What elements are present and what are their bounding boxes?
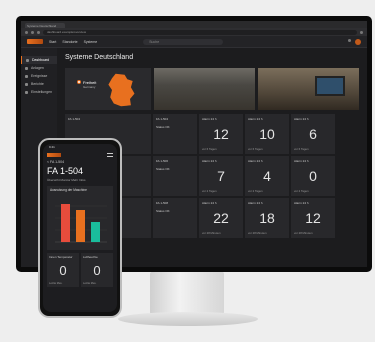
location-pin-icon bbox=[77, 80, 81, 84]
workstation-screen-image bbox=[315, 76, 345, 96]
workstation-photo bbox=[258, 68, 359, 110]
sidebar-item-anlagen[interactable]: Anlagen bbox=[21, 64, 57, 72]
phone-page-title: FA 1-504 bbox=[47, 166, 84, 176]
chart-title: Ausnutzung der Maschine bbox=[50, 188, 87, 192]
sidebar-item-ereignisse[interactable]: Ereignisse bbox=[21, 72, 57, 80]
phone-tiles: Innen Temperatur 0 Letzte Mes. Luftfeuch… bbox=[47, 253, 113, 287]
reload-icon[interactable] bbox=[37, 30, 40, 34]
back-icon[interactable] bbox=[25, 30, 28, 34]
metric-tile[interactable]: Alarm 24 h 10 vor 6 Tagen bbox=[245, 114, 289, 154]
gear-icon bbox=[25, 90, 28, 94]
sidebar-item-dashboard[interactable]: Dashboard bbox=[21, 56, 57, 64]
app-header: Start Standorte Systeme Suche bbox=[21, 36, 367, 48]
nav-link-start[interactable]: Start bbox=[49, 40, 56, 44]
search-input[interactable]: Suche bbox=[143, 38, 224, 45]
sidebar-item-berichte[interactable]: Berichte bbox=[21, 80, 57, 88]
chart-bar-orange bbox=[76, 210, 85, 242]
avatar[interactable] bbox=[355, 38, 361, 45]
nav-link-standorte[interactable]: Standorte bbox=[62, 40, 77, 44]
monitor-stand-neck bbox=[150, 272, 224, 314]
chart-bar-teal bbox=[91, 222, 100, 242]
brand-logo[interactable] bbox=[27, 39, 43, 44]
temperature-tile[interactable]: Innen Temperatur 0 Letzte Mes. bbox=[47, 253, 79, 287]
report-icon bbox=[25, 82, 28, 86]
factory-icon bbox=[25, 66, 28, 70]
metric-tile[interactable]: Alarm 24 h 0 vor 2 Tagen bbox=[291, 156, 335, 196]
forward-icon[interactable] bbox=[31, 30, 34, 34]
metric-tile[interactable]: Alarm 24 h 7 vor 2 Tagen bbox=[199, 156, 243, 196]
system-info-cell[interactable]: FA 1-504 Status OK bbox=[153, 114, 197, 154]
germany-map-icon bbox=[108, 73, 135, 107]
nav-link-systeme[interactable]: Systeme bbox=[84, 40, 98, 44]
browser-tabs: Systeme Deutschland bbox=[21, 21, 367, 28]
alert-icon bbox=[25, 74, 28, 78]
metric-tile[interactable]: Alarm 24 h 18 vor 28 Minuten bbox=[245, 198, 289, 238]
system-info-cell[interactable]: FA 1-508 Status OK bbox=[153, 198, 197, 238]
hero-banner: Freiheit Germany bbox=[65, 68, 359, 110]
hamburger-menu-icon[interactable] bbox=[107, 153, 113, 157]
browser-toolbar: dashboard.example/overview bbox=[21, 28, 367, 36]
menu-icon[interactable] bbox=[360, 30, 363, 34]
brand-logo[interactable] bbox=[47, 153, 61, 157]
machine-usage-card: Ausnutzung der Maschine bbox=[47, 186, 113, 250]
factory-photo bbox=[154, 68, 255, 110]
bell-icon[interactable] bbox=[348, 38, 351, 42]
monitor-stand-base bbox=[118, 312, 258, 326]
page-title: Systeme Deutschland bbox=[65, 54, 134, 61]
phone-back-link[interactable]: < FA 1-504 bbox=[43, 160, 117, 164]
sidebar-item-einstellungen[interactable]: Einstellungen bbox=[21, 88, 57, 96]
metric-tile[interactable]: Alarm 24 h 22 vor 28 Minuten bbox=[199, 198, 243, 238]
map-region-label: Germany bbox=[83, 85, 96, 89]
metric-tile[interactable]: Alarm 24 h 4 vor 2 Tagen bbox=[245, 156, 289, 196]
system-info-cell[interactable]: FA 1-506 Status OK bbox=[153, 156, 197, 196]
metric-tile[interactable]: Alarm 24 h 12 vor 6 Tagen bbox=[199, 114, 243, 154]
phone-header bbox=[43, 150, 117, 160]
usage-bar-chart bbox=[55, 204, 107, 243]
smartphone: 9:41 < FA 1-504 FA 1-504 Übersicht Monit… bbox=[38, 138, 122, 318]
metric-tile[interactable]: Alarm 24 h 6 vor 6 Tagen bbox=[291, 114, 335, 154]
phone-screen: 9:41 < FA 1-504 FA 1-504 Übersicht Monit… bbox=[43, 144, 117, 312]
phone-tabs[interactable]: Übersicht Monitor Mehr Infos bbox=[43, 178, 117, 182]
dashboard-icon bbox=[26, 58, 29, 62]
metric-tile[interactable]: Alarm 24 h 12 vor 28 Minuten bbox=[291, 198, 335, 238]
humidity-tile[interactable]: Luftfeuchte 0 Letzte Mes. bbox=[81, 253, 113, 287]
header-actions bbox=[348, 38, 361, 45]
map-card[interactable]: Freiheit Germany bbox=[65, 68, 151, 110]
chart-bar-red bbox=[61, 204, 70, 242]
address-bar[interactable]: dashboard.example/overview bbox=[43, 29, 357, 35]
browser-tab[interactable]: Systeme Deutschland bbox=[25, 23, 65, 28]
